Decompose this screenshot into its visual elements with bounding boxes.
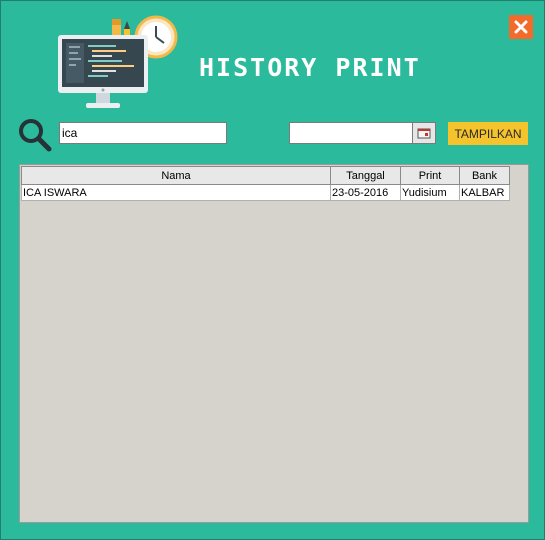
calendar-icon [417, 128, 431, 139]
column-header-print[interactable]: Print [400, 166, 460, 185]
cell-bank[interactable]: KALBAR [459, 184, 510, 201]
window-title: HISTORY PRINT [199, 53, 421, 82]
close-icon [514, 20, 528, 34]
show-button[interactable]: TAMPILKAN [448, 122, 528, 145]
history-table-panel: Nama Tanggal Print Bank ICA ISWARA 23-05… [19, 164, 529, 523]
column-header-bank[interactable]: Bank [459, 166, 510, 185]
cell-print[interactable]: Yudisium [400, 184, 460, 201]
table-row[interactable]: ICA ISWARA 23-05-2016 Yudisium KALBAR [21, 184, 510, 201]
history-print-window: HISTORY PRINT TAMPILKAN Nama Tanggal Pri… [0, 0, 545, 540]
close-button[interactable] [509, 15, 533, 39]
date-field[interactable] [289, 122, 413, 144]
date-picker-button[interactable] [412, 122, 436, 144]
history-table: Nama Tanggal Print Bank ICA ISWARA 23-05… [21, 166, 510, 201]
column-header-tanggal[interactable]: Tanggal [330, 166, 401, 185]
computer-clock-logo [58, 15, 178, 108]
column-header-nama[interactable]: Nama [21, 166, 331, 185]
cell-tanggal[interactable]: 23-05-2016 [330, 184, 401, 201]
table-header-row: Nama Tanggal Print Bank [21, 166, 510, 185]
cell-nama[interactable]: ICA ISWARA [21, 184, 331, 201]
search-icon [19, 119, 52, 152]
search-input[interactable] [59, 122, 227, 144]
